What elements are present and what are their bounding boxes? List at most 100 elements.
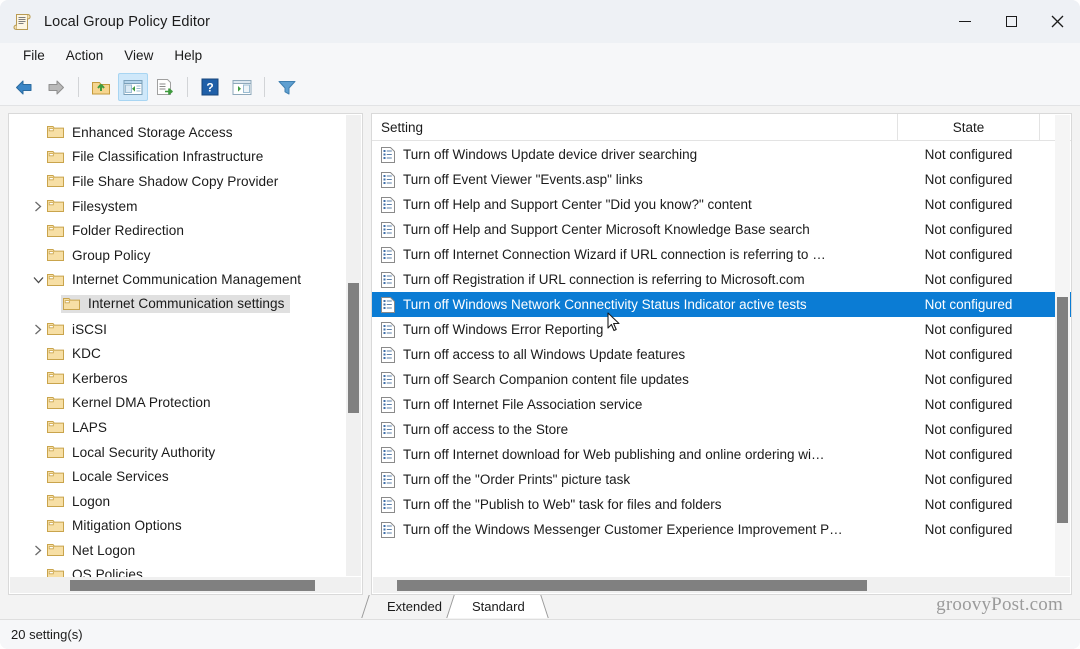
tree-item[interactable]: KDC: [9, 341, 346, 366]
tab-standard[interactable]: Standard: [455, 595, 539, 618]
tree-item-content: KDC: [47, 346, 101, 361]
tree-horizontal-scroll-thumb[interactable]: [70, 580, 315, 591]
table-row[interactable]: Turn off Windows Update device driver se…: [372, 142, 1071, 167]
toolbar-separator-2: [187, 77, 188, 97]
tree-item-content: Filesystem: [47, 199, 137, 214]
tree-item-label: OS Policies: [72, 567, 143, 577]
forward-icon[interactable]: [41, 73, 71, 101]
column-header-setting[interactable]: Setting: [372, 120, 897, 135]
list-horizontal-scroll-thumb[interactable]: [397, 580, 867, 591]
tree-item-content: Internet Communication settings: [61, 295, 290, 314]
tree-horizontal-scrollbar[interactable]: [10, 577, 361, 593]
back-icon[interactable]: [9, 73, 39, 101]
table-row[interactable]: Turn off Internet File Association servi…: [372, 392, 1071, 417]
title-bar[interactable]: Local Group Policy Editor: [0, 0, 1080, 43]
table-row[interactable]: Turn off the Windows Messenger Customer …: [372, 517, 1071, 542]
policy-setting-icon: [381, 221, 395, 238]
chevron-down-icon[interactable]: [29, 276, 47, 284]
cell-setting-name: Turn off the "Publish to Web" task for f…: [403, 497, 722, 512]
cell-setting-name: Turn off the "Order Prints" picture task: [403, 472, 631, 487]
table-row[interactable]: Turn off Help and Support Center "Did yo…: [372, 192, 1071, 217]
tree-item[interactable]: iSCSI: [9, 317, 346, 342]
tree-item[interactable]: Mitigation Options: [9, 514, 346, 539]
policy-setting-icon: [381, 396, 395, 413]
table-row[interactable]: Turn off Windows Error Reporting Not conf…: [372, 317, 1071, 342]
tree-item[interactable]: Group Policy: [9, 243, 346, 268]
tree-item-label: Enhanced Storage Access: [72, 124, 233, 140]
table-row[interactable]: Turn off Search Companion content file u…: [372, 367, 1071, 392]
tab-extended[interactable]: Extended: [371, 595, 456, 618]
list-vertical-scroll-thumb[interactable]: [1057, 297, 1068, 523]
tree-item[interactable]: File Classification Infrastructure: [9, 145, 346, 170]
tree-item[interactable]: Locale Services: [9, 464, 346, 489]
settings-list-pane[interactable]: Setting State Turn off Windows Update de…: [371, 113, 1072, 595]
tree-item-content: File Classification Infrastructure: [47, 149, 263, 164]
table-row[interactable]: Turn off Event Viewer "Events.asp" links…: [372, 167, 1071, 192]
folder-icon: [47, 568, 64, 577]
console-tree: Enhanced Storage Access File Classificati…: [9, 120, 346, 577]
tree-item-label: Logon: [72, 493, 111, 509]
menu-item-view[interactable]: View: [114, 46, 164, 66]
table-row[interactable]: Turn off access to the Store Not configur…: [372, 417, 1071, 442]
menu-item-action[interactable]: Action: [56, 46, 115, 66]
maximize-icon[interactable]: [988, 0, 1034, 43]
status-bar: 20 setting(s): [0, 619, 1080, 649]
folder-icon: [47, 371, 64, 385]
close-icon[interactable]: [1034, 0, 1080, 43]
table-row[interactable]: Turn off the "Publish to Web" task for f…: [372, 492, 1071, 517]
policy-setting-icon: [381, 496, 395, 513]
table-row[interactable]: Turn off Internet Connection Wizard if U…: [372, 242, 1071, 267]
tree-item-label: Locale Services: [72, 469, 169, 485]
menu-item-file[interactable]: File: [13, 46, 56, 66]
tree-item[interactable]: OS Policies: [9, 563, 346, 577]
chevron-right-icon[interactable]: [29, 545, 47, 556]
tree-item[interactable]: Net Logon: [9, 538, 346, 563]
chevron-right-icon[interactable]: [29, 201, 47, 212]
table-row[interactable]: Turn off Windows Network Connectivity St…: [372, 292, 1071, 317]
cell-setting-name: Turn off Search Companion content file u…: [403, 372, 689, 387]
tree-item-content: Mitigation Options: [47, 518, 182, 533]
table-row[interactable]: Turn off Help and Support Center Microso…: [372, 217, 1071, 242]
policy-setting-icon: [381, 521, 395, 538]
minimize-icon[interactable]: [942, 0, 988, 43]
tree-item[interactable]: Kerberos: [9, 366, 346, 391]
tree-item-content: Local Security Authority: [47, 445, 215, 460]
folder-icon: [47, 470, 64, 484]
tree-item[interactable]: LAPS: [9, 415, 346, 440]
status-setting-count: 20 setting(s): [11, 627, 83, 642]
table-row[interactable]: Turn off the "Order Prints" picture task…: [372, 467, 1071, 492]
cell-state-value: Not configured: [924, 397, 1013, 412]
tree-item[interactable]: Internet Communication settings: [9, 292, 346, 317]
tree-item-content: File Share Shadow Copy Provider: [47, 174, 278, 189]
show-hide-action-pane-icon[interactable]: [227, 73, 257, 101]
local-group-policy-editor-window: Local Group Policy Editor File Action Vi…: [0, 0, 1080, 649]
list-vertical-scrollbar[interactable]: [1055, 115, 1070, 576]
column-header-state[interactable]: State: [897, 114, 1040, 141]
chevron-right-icon[interactable]: [29, 324, 47, 335]
tree-item[interactable]: Filesystem: [9, 194, 346, 219]
tree-item[interactable]: Kernel DMA Protection: [9, 391, 346, 416]
tree-vertical-scrollbar[interactable]: [346, 115, 361, 576]
tree-vertical-scroll-thumb[interactable]: [348, 283, 359, 413]
menu-item-help[interactable]: Help: [164, 46, 213, 66]
table-row[interactable]: Turn off Registration if URL connection …: [372, 267, 1071, 292]
tree-item[interactable]: Local Security Authority: [9, 440, 346, 465]
tree-item[interactable]: Folder Redirection: [9, 218, 346, 243]
list-horizontal-scrollbar[interactable]: [373, 577, 1070, 593]
table-row[interactable]: Turn off Internet download for Web publi…: [372, 442, 1071, 467]
tree-item-label: Local Security Authority: [72, 444, 216, 460]
export-list-icon[interactable]: [150, 73, 180, 101]
policy-setting-icon: [381, 146, 395, 163]
tree-item[interactable]: Enhanced Storage Access: [9, 120, 346, 145]
filter-icon[interactable]: [272, 73, 302, 101]
help-icon[interactable]: ?: [195, 73, 225, 101]
tree-item[interactable]: Logon: [9, 489, 346, 514]
show-hide-console-tree-icon[interactable]: [118, 73, 148, 101]
cell-state-value: Not configured: [924, 197, 1013, 212]
table-row[interactable]: Turn off access to all Windows Update fe…: [372, 342, 1071, 367]
folder-icon: [47, 199, 64, 213]
console-tree-pane[interactable]: Enhanced Storage Access File Classificati…: [8, 113, 363, 595]
tree-item[interactable]: File Share Shadow Copy Provider: [9, 169, 346, 194]
up-one-level-icon[interactable]: [86, 73, 116, 101]
tree-item[interactable]: Internet Communication Management: [9, 268, 346, 293]
